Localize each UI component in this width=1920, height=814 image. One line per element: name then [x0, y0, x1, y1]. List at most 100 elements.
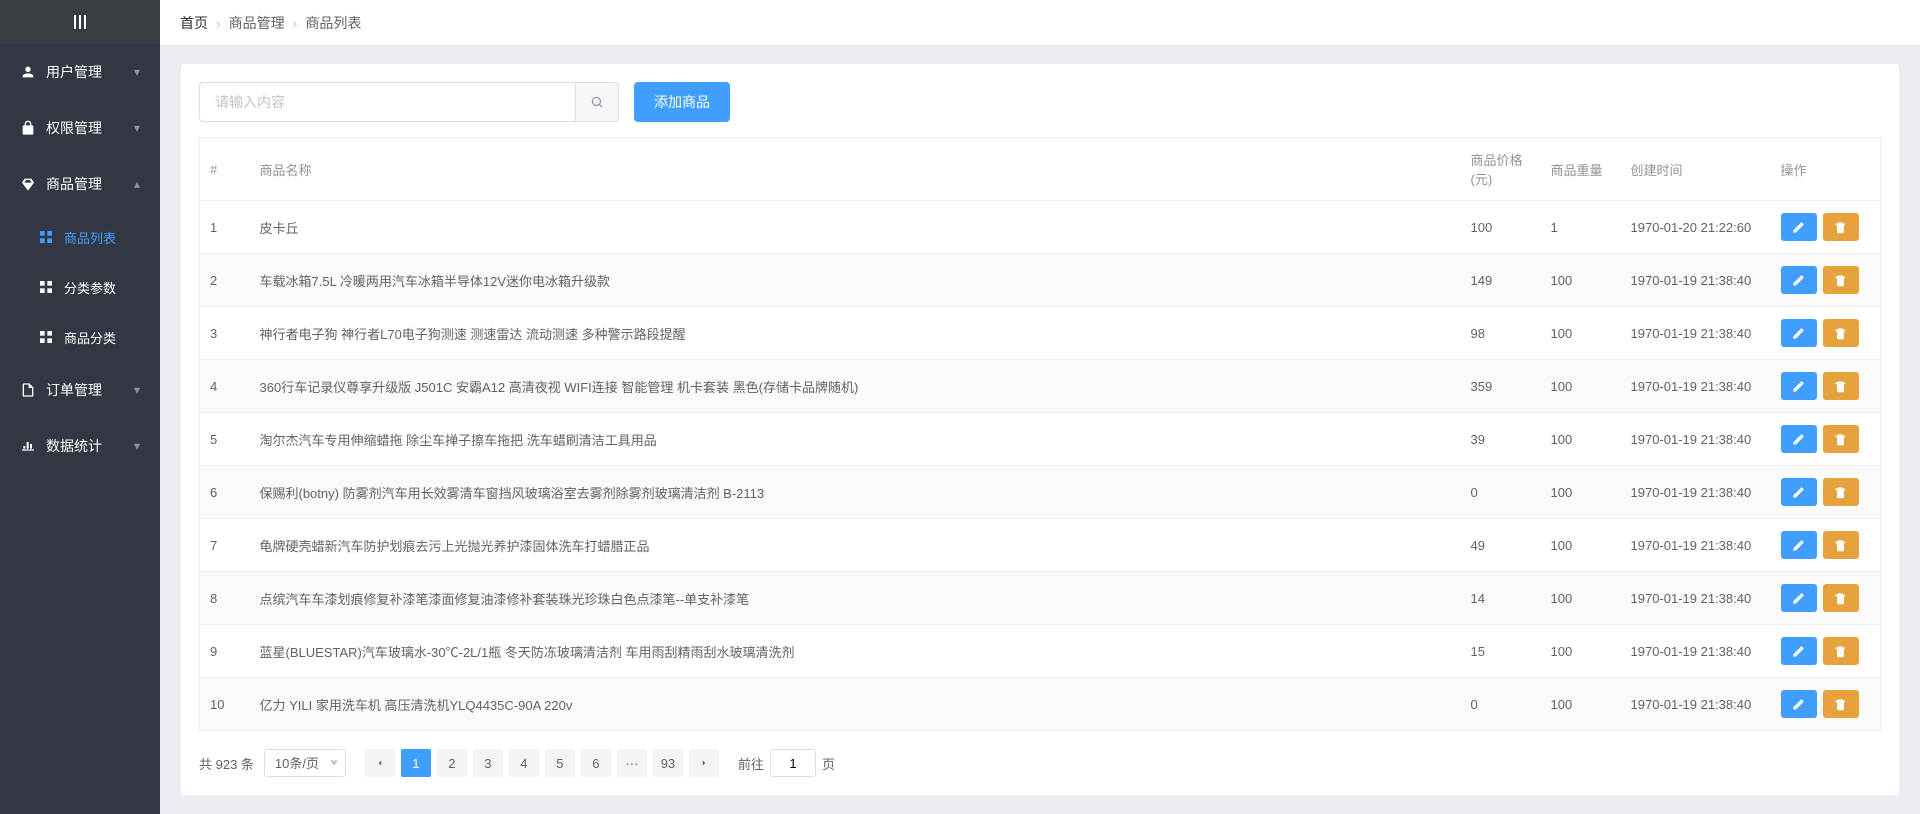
- cell-name: 神行者电子狗 神行者L70电子狗测速 测速雷达 流动测速 多种警示路段提醒: [250, 307, 1461, 360]
- edit-icon: [1792, 380, 1805, 393]
- cell-weight: 100: [1541, 413, 1621, 466]
- cell-idx: 6: [200, 466, 250, 519]
- nav-orders[interactable]: 订单管理 ▾: [0, 362, 160, 418]
- delete-button[interactable]: [1823, 478, 1859, 506]
- chevron-up-icon: ▴: [134, 177, 140, 191]
- nav-goods-list[interactable]: 商品列表: [0, 212, 160, 262]
- table-row: 3神行者电子狗 神行者L70电子狗测速 测速雷达 流动测速 多种警示路段提醒98…: [200, 307, 1881, 360]
- pag-prev[interactable]: [365, 749, 395, 777]
- pag-page[interactable]: 2: [437, 749, 467, 777]
- cell-time: 1970-01-19 21:38:40: [1621, 413, 1771, 466]
- nav-goods-category[interactable]: 商品分类: [0, 312, 160, 362]
- delete-button[interactable]: [1823, 319, 1859, 347]
- cell-action: [1771, 307, 1881, 360]
- th-action: 操作: [1771, 138, 1881, 201]
- pag-page[interactable]: 3: [473, 749, 503, 777]
- delete-button[interactable]: [1823, 637, 1859, 665]
- th-price: 商品价格(元): [1461, 138, 1541, 201]
- cell-action: [1771, 519, 1881, 572]
- edit-button[interactable]: [1781, 319, 1817, 347]
- cell-idx: 8: [200, 572, 250, 625]
- table-row: 2车载冰箱7.5L 冷暖两用汽车冰箱半导体12V迷你电冰箱升级款14910019…: [200, 254, 1881, 307]
- pag-last[interactable]: 93: [653, 749, 683, 777]
- page-size-select[interactable]: 10条/页: [264, 749, 346, 777]
- cell-weight: 100: [1541, 307, 1621, 360]
- delete-icon: [1834, 433, 1847, 446]
- cell-name: 龟牌硬壳蜡新汽车防护划痕去污上光抛光养护漆固体洗车打蜡腊正品: [250, 519, 1461, 572]
- search-input[interactable]: [199, 82, 575, 122]
- edit-button[interactable]: [1781, 372, 1817, 400]
- th-idx: #: [200, 138, 250, 201]
- edit-button[interactable]: [1781, 425, 1817, 453]
- pag-page[interactable]: 6: [581, 749, 611, 777]
- cell-price: 49: [1461, 519, 1541, 572]
- edit-button[interactable]: [1781, 531, 1817, 559]
- pag-next[interactable]: [689, 749, 719, 777]
- delete-button[interactable]: [1823, 690, 1859, 718]
- nav-users[interactable]: 用户管理 ▾: [0, 44, 160, 100]
- jump-input[interactable]: [770, 749, 816, 777]
- chevron-left-icon: [375, 758, 385, 768]
- cell-action: [1771, 466, 1881, 519]
- pag-page[interactable]: 5: [545, 749, 575, 777]
- cell-action: [1771, 678, 1881, 731]
- grid-icon: [38, 229, 54, 245]
- delete-button[interactable]: [1823, 372, 1859, 400]
- add-goods-button[interactable]: 添加商品: [634, 82, 730, 122]
- cell-name: 点缤汽车车漆划痕修复补漆笔漆面修复油漆修补套装珠光珍珠白色点漆笔--单支补漆笔: [250, 572, 1461, 625]
- edit-icon: [1792, 592, 1805, 605]
- edit-button[interactable]: [1781, 478, 1817, 506]
- edit-button[interactable]: [1781, 690, 1817, 718]
- edit-button[interactable]: [1781, 584, 1817, 612]
- chevron-right-icon: [699, 758, 709, 768]
- breadcrumb-sep: ›: [293, 15, 298, 31]
- cell-time: 1970-01-19 21:38:40: [1621, 572, 1771, 625]
- pag-page[interactable]: 4: [509, 749, 539, 777]
- cell-action: [1771, 572, 1881, 625]
- cell-idx: 1: [200, 201, 250, 254]
- nav-permissions[interactable]: 权限管理 ▾: [0, 100, 160, 156]
- breadcrumb-home[interactable]: 首页: [180, 13, 208, 33]
- edit-icon: [1792, 221, 1805, 234]
- table-row: 9蓝星(BLUESTAR)汽车玻璃水-30℃-2L/1瓶 冬天防冻玻璃清洁剂 车…: [200, 625, 1881, 678]
- delete-button[interactable]: [1823, 531, 1859, 559]
- cell-action: [1771, 625, 1881, 678]
- menu-toggle-icon[interactable]: [74, 15, 86, 29]
- pagination: 共 923 条 10条/页 1 2 3 4 5 6 ··· 93 前往: [199, 749, 1881, 777]
- lock-icon: [20, 120, 36, 136]
- delete-button[interactable]: [1823, 584, 1859, 612]
- cell-time: 1970-01-20 21:22:60: [1621, 201, 1771, 254]
- search-icon: [590, 95, 604, 109]
- edit-button[interactable]: [1781, 637, 1817, 665]
- pag-page[interactable]: 1: [401, 749, 431, 777]
- table-row: 6保赐利(botny) 防雾剂汽车用长效雾清车窗挡风玻璃浴室去雾剂除雾剂玻璃清洁…: [200, 466, 1881, 519]
- nav-category-params[interactable]: 分类参数: [0, 262, 160, 312]
- edit-button[interactable]: [1781, 213, 1817, 241]
- delete-button[interactable]: [1823, 213, 1859, 241]
- cell-weight: 100: [1541, 572, 1621, 625]
- search-button[interactable]: [575, 82, 619, 122]
- nav-stats[interactable]: 数据统计 ▾: [0, 418, 160, 474]
- nav-label: 商品分类: [64, 328, 116, 347]
- cell-price: 359: [1461, 360, 1541, 413]
- delete-button[interactable]: [1823, 266, 1859, 294]
- pag-total: 共 923 条: [199, 754, 254, 773]
- cell-name: 淘尔杰汽车专用伸缩蜡拖 除尘车掸子擦车拖把 洗车蜡刷清洁工具用品: [250, 413, 1461, 466]
- delete-icon: [1834, 380, 1847, 393]
- edit-icon: [1792, 539, 1805, 552]
- pag-ellipsis[interactable]: ···: [617, 749, 647, 777]
- edit-button[interactable]: [1781, 266, 1817, 294]
- grid-icon: [38, 329, 54, 345]
- nav-goods[interactable]: 商品管理 ▴: [0, 156, 160, 212]
- breadcrumb-mid[interactable]: 商品管理: [229, 13, 285, 33]
- nav-label: 订单管理: [46, 380, 102, 400]
- cell-weight: 100: [1541, 625, 1621, 678]
- grid-icon: [38, 279, 54, 295]
- edit-icon: [1792, 274, 1805, 287]
- delete-button[interactable]: [1823, 425, 1859, 453]
- cell-price: 149: [1461, 254, 1541, 307]
- table-row: 8点缤汽车车漆划痕修复补漆笔漆面修复油漆修补套装珠光珍珠白色点漆笔--单支补漆笔…: [200, 572, 1881, 625]
- delete-icon: [1834, 274, 1847, 287]
- table-row: 10亿力 YILI 家用洗车机 高压清洗机YLQ4435C-90A 220v01…: [200, 678, 1881, 731]
- delete-icon: [1834, 327, 1847, 340]
